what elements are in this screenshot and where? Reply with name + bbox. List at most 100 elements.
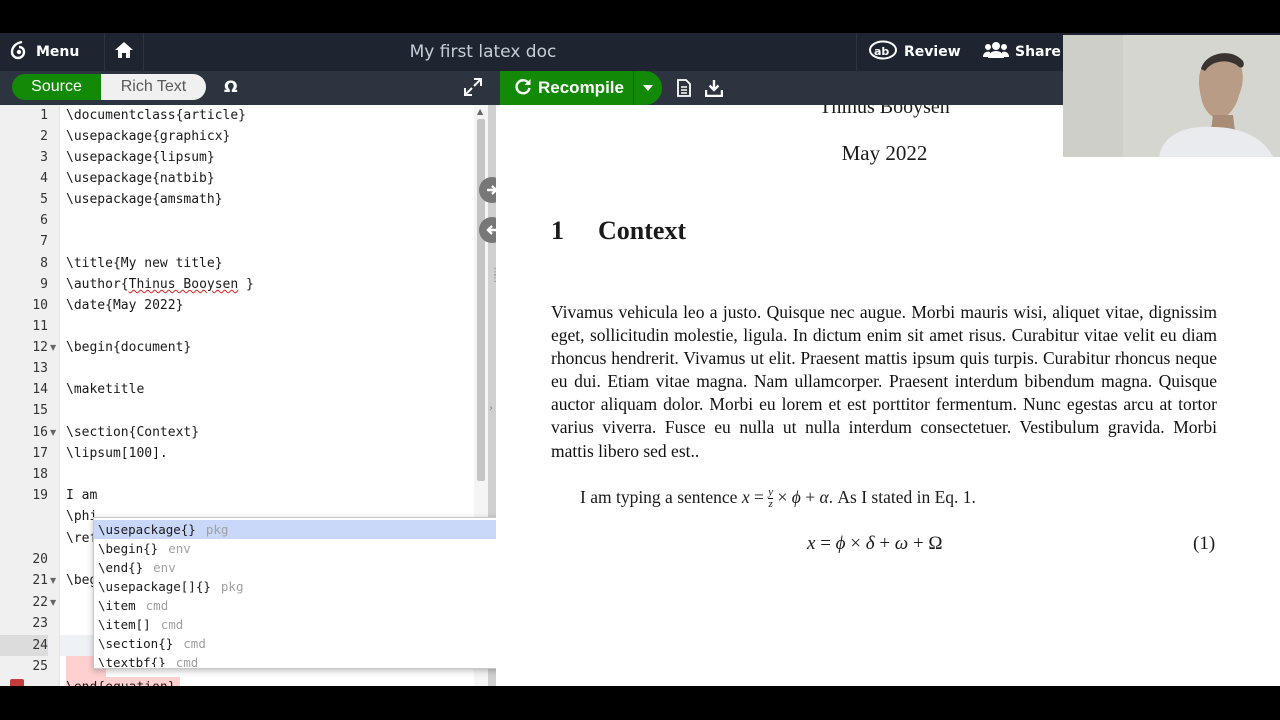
fold-toggle-icon[interactable]: ▼ (50, 422, 58, 443)
code-line[interactable]: \lipsum[100]. (66, 443, 168, 464)
autocomplete-command: \item (98, 598, 136, 613)
line-number: 4 (40, 171, 48, 186)
autocomplete-command: \begin{} (98, 541, 159, 556)
autocomplete-meta: pkg (205, 522, 229, 537)
line-number: 7 (40, 234, 48, 249)
autocomplete-meta: env (168, 541, 191, 556)
autocomplete-popup[interactable]: \usepackage{} pkg \begin{} env \end{} env \… (93, 517, 529, 669)
line-number: 19 (32, 488, 48, 503)
line-number: 17 (32, 446, 48, 461)
share-label: Share (1015, 44, 1061, 60)
download-pdf-icon[interactable] (704, 79, 724, 98)
editor-toolbar: Source Rich Text Ω (0, 71, 496, 105)
line-number: 8 (40, 256, 48, 271)
line-number: 13 (32, 361, 48, 376)
review-button[interactable]: ab Review (868, 33, 961, 71)
sentence-end: . As I stated in Eq. 1. (828, 487, 976, 507)
code-line[interactable]: \date{May 2022} (66, 295, 183, 316)
code-fragment: \author{ (66, 277, 129, 292)
autocomplete-meta: cmd (145, 598, 169, 613)
rich-text-mode-button[interactable]: Rich Text (101, 74, 206, 100)
inline-fraction: yz (768, 486, 774, 511)
line-number: 5 (40, 192, 48, 207)
autocomplete-meta: env (153, 560, 176, 575)
expand-icon[interactable] (463, 77, 483, 97)
inline-math: x (741, 487, 750, 507)
autocomplete-command: \usepackage[]{} (98, 579, 211, 594)
autocomplete-item[interactable]: \end{} env (94, 558, 512, 577)
code-line[interactable]: \begin{document} (66, 337, 191, 358)
line-number-gutter: 1 2 3 4 5 6 7 8 9 10 11 12 ▼ 13 14 15 16… (0, 105, 60, 686)
code-line[interactable]: \author{Thinus Booysen } (66, 274, 254, 295)
editor-scrollbar-thumb[interactable] (477, 119, 485, 481)
share-button[interactable]: Share (982, 33, 1061, 71)
autocomplete-command: \usepackage{} (98, 522, 196, 537)
code-line[interactable]: \end{equation} (66, 677, 176, 686)
autocomplete-item[interactable]: \usepackage[]{} pkg (94, 577, 512, 596)
autocomplete-item[interactable]: \item cmd (94, 596, 512, 615)
svg-text:ab: ab (874, 45, 889, 58)
pdf-display-equation: x = ϕ × δ + ω + Ω (807, 533, 943, 554)
line-number: 22 (32, 595, 48, 610)
editor-mode-toggle: Source Rich Text (12, 74, 206, 100)
autocomplete-item[interactable]: \begin{} env (94, 539, 512, 558)
webcam-overlay (1063, 35, 1280, 157)
recompile-button[interactable]: Recompile (500, 71, 662, 105)
line-number: 2 (40, 129, 48, 144)
autocomplete-command: \item[] (98, 617, 151, 632)
preview-toolbar: Recompile (496, 71, 1063, 105)
code-line[interactable]: \maketitle (66, 379, 144, 400)
autocomplete-meta: cmd (183, 636, 206, 651)
line-number: 15 (32, 403, 48, 418)
line-number: 21 (32, 573, 48, 588)
code-fragment: } (238, 277, 254, 292)
line-number: 23 (32, 616, 48, 631)
review-label: Review (904, 44, 961, 60)
code-line[interactable]: \usepackage{lipsum} (66, 147, 215, 168)
fold-toggle-icon[interactable]: ▼ (50, 337, 58, 358)
code-line[interactable]: \usepackage{natbib} (66, 168, 215, 189)
pdf-section-title: Context (598, 216, 687, 245)
refresh-icon (514, 77, 532, 100)
code-line[interactable]: I am (66, 485, 97, 506)
pdf-sentence: I am typing a sentence x = yz × ϕ + α. A… (580, 486, 976, 511)
pdf-section-number: 1 (551, 216, 564, 245)
spelling-error-text[interactable]: Thinus Booysen (129, 277, 239, 292)
line-number: 10 (32, 298, 48, 313)
logs-document-icon[interactable] (675, 79, 693, 97)
pdf-equation-number: (1) (1193, 533, 1216, 554)
line-number: 1 (40, 108, 48, 123)
line-number: 6 (40, 213, 48, 228)
fold-toggle-icon[interactable]: ▼ (50, 592, 58, 613)
autocomplete-item[interactable]: \usepackage{} pkg (94, 520, 512, 539)
sentence-start: I am typing a sentence (580, 487, 742, 507)
pdf-body-paragraph: Vivamus vehicula leo a justo. Quisque ne… (551, 302, 1217, 461)
autocomplete-command: \textbf{} (98, 655, 166, 667)
scroll-up-icon[interactable]: ▲ (477, 107, 483, 116)
autocomplete-item[interactable]: \item[] cmd (94, 615, 512, 634)
line-number-active: 24 (0, 635, 48, 656)
code-line[interactable]: \title{My new title} (66, 253, 223, 274)
header-divider (856, 33, 857, 71)
review-icon: ab (868, 40, 898, 64)
code-line[interactable]: \documentclass{article} (66, 105, 246, 126)
fold-toggle-icon[interactable]: ▼ (50, 570, 58, 591)
recompile-label: Recompile (538, 78, 624, 97)
error-marker-icon[interactable] (10, 679, 24, 686)
recompile-options-caret[interactable] (633, 71, 661, 105)
line-number: 14 (32, 382, 48, 397)
code-line[interactable]: \section{Context} (66, 422, 199, 443)
pdf-preview[interactable]: Thinus Booysen May 2022 1 Context Vivamu… (496, 105, 1280, 686)
line-number: 18 (32, 467, 48, 482)
source-mode-button[interactable]: Source (12, 74, 101, 100)
code-line[interactable]: \usepackage{graphicx} (66, 126, 230, 147)
symbol-palette-button[interactable]: Ω (224, 74, 238, 100)
autocomplete-item[interactable]: \textbf{} cmd (94, 653, 512, 667)
autocomplete-item[interactable]: \section{} cmd (94, 634, 512, 653)
collapse-chevron-icon[interactable]: › (489, 403, 493, 414)
line-number: 20 (32, 552, 48, 567)
line-number: 16 (32, 425, 48, 440)
code-line[interactable]: \usepackage{amsmath} (66, 189, 223, 210)
autocomplete-meta: cmd (175, 655, 199, 667)
autocomplete-command: \end{} (98, 560, 144, 575)
